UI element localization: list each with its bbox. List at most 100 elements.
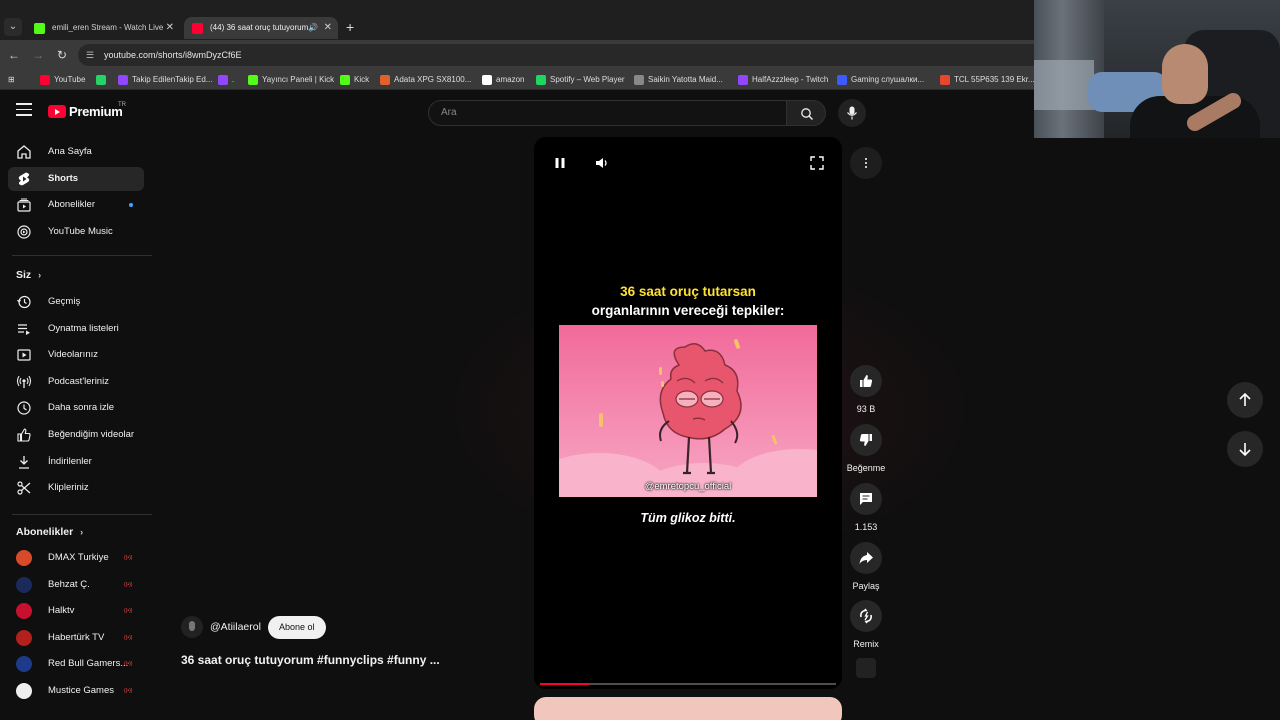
live-indicator-icon: ((•)): [124, 634, 133, 641]
apps-icon[interactable]: ⊞: [8, 73, 15, 87]
sidebar-item-label: Beğendiğim videolar: [48, 429, 135, 440]
sidebar-section-subscriptions[interactable]: Abonelikler ›: [16, 526, 83, 538]
search-input[interactable]: Ara: [428, 100, 788, 126]
fullscreen-icon[interactable]: [809, 155, 825, 171]
sidebar-item-label: Shorts: [48, 172, 79, 184]
bookmark-item[interactable]: Takip EdilenTakip Ed...: [118, 73, 213, 87]
previous-short-button[interactable]: [1227, 382, 1263, 418]
remix-button[interactable]: Remix: [846, 600, 886, 649]
back-button[interactable]: ←: [6, 47, 22, 63]
dislike-button[interactable]: Beğenme: [846, 424, 886, 473]
channel-avatar: [16, 603, 32, 620]
short-title[interactable]: 36 saat oruç tutuyorum #funnyclips #funn…: [181, 653, 440, 667]
sidebar-item[interactable]: Daha sonra izle: [8, 396, 144, 420]
close-tab-icon[interactable]: ✕: [166, 17, 174, 39]
shorts-player[interactable]: 36 saat oruç tutarsan organlarının verec…: [534, 137, 842, 689]
sidebar-item[interactable]: Beğendiğim videolar: [8, 423, 144, 447]
channel-avatar: [16, 576, 32, 593]
search-button[interactable]: [786, 100, 826, 126]
subscription-channel[interactable]: DMAX Turkiye ((•)): [8, 546, 144, 570]
sidebar-section-you[interactable]: Siz ›: [16, 269, 41, 281]
share-button[interactable]: Paylaş: [846, 542, 886, 591]
bookmark-item[interactable]: HalfAzzzleep - Twitch: [738, 73, 828, 87]
forward-button[interactable]: →: [30, 47, 46, 63]
channel-avatar: [16, 683, 32, 699]
shorts-icon: [18, 172, 30, 185]
bookmark-label: .: [232, 75, 235, 84]
sidebar-item[interactable]: YouTube Music: [8, 220, 144, 244]
subscription-channel[interactable]: Mustice Games ((•)): [8, 679, 144, 703]
sidebar-item[interactable]: Geçmiş: [8, 290, 144, 314]
audio-playing-icon[interactable]: 🔊: [308, 17, 318, 39]
channel-handle[interactable]: @Atiilaerol: [210, 616, 261, 638]
sidebar-item-label: Ana Sayfa: [48, 146, 92, 157]
address-bar[interactable]: ☰ youtube.com/shorts/i8wmDyzCf6E: [78, 44, 1078, 66]
subscription-channel[interactable]: Red Bull Gamers... ((•)): [8, 652, 144, 676]
tab-search-dropdown[interactable]: ⌄: [4, 18, 22, 36]
section-title: Abonelikler: [16, 526, 74, 538]
sidebar-item[interactable]: Videolarınız: [8, 343, 144, 367]
site-info-icon[interactable]: ☰: [86, 49, 98, 61]
subscription-channel[interactable]: Habertürk TV ((•)): [8, 626, 144, 650]
bookmark-label: Gaming слушалки...: [851, 75, 925, 84]
bookmark-item[interactable]: Gaming слушалки...: [837, 73, 924, 87]
bookmark-item[interactable]: Yayıncı Paneli | Kick: [248, 73, 334, 87]
sidebar-divider: [12, 255, 152, 256]
podcast-icon: [16, 375, 32, 388]
search-icon: [801, 108, 813, 120]
pause-icon[interactable]: [552, 155, 568, 171]
sidebar-item[interactable]: Shorts: [8, 166, 144, 191]
next-short-preview[interactable]: [534, 697, 842, 720]
youtube-premium-logo[interactable]: Premium: [69, 104, 123, 119]
bookmark-item[interactable]: Kick: [340, 73, 369, 87]
bookmark-item[interactable]: .: [218, 73, 234, 87]
sidebar-item[interactable]: Oynatma listeleri: [8, 317, 144, 341]
share-label: Paylaş: [852, 581, 880, 591]
sidebar-item[interactable]: Ana Sayfa: [8, 140, 144, 164]
sidebar-divider: [12, 514, 152, 515]
sidebar-item-label: Abonelikler: [48, 199, 95, 211]
sidebar-item[interactable]: Klipleriniz: [8, 476, 144, 500]
new-tab-button[interactable]: +: [346, 18, 354, 36]
bookmark-favicon-icon: [40, 75, 50, 85]
subscribe-button[interactable]: Abone ol: [268, 616, 326, 639]
bookmark-item[interactable]: TCL 55P635 139 Ekr...: [940, 73, 1035, 87]
sidebar-item[interactable]: İndirilenler: [8, 450, 144, 474]
sidebar-item[interactable]: Abonelikler: [8, 193, 144, 217]
voice-search-button[interactable]: [838, 99, 866, 127]
bookmark-label: Spotify – Web Player: [550, 75, 625, 84]
bookmark-item[interactable]: Spotify – Web Player: [536, 73, 625, 87]
video-progress-bar[interactable]: [540, 683, 836, 685]
browser-tab-youtube-active[interactable]: (44) 36 saat oruç tutuyorum 🔊 ✕: [184, 17, 338, 39]
volume-icon[interactable]: [594, 155, 610, 171]
like-button[interactable]: 93 B: [846, 365, 886, 414]
sound-source-avatar[interactable]: [856, 658, 876, 678]
hamburger-menu-icon[interactable]: [16, 103, 32, 119]
reload-button[interactable]: ↻: [54, 47, 70, 63]
subscription-channel[interactable]: Behzat Ç. ((•)): [8, 573, 144, 597]
browser-tab-kick[interactable]: emili_eren Stream - Watch Live ✕: [26, 17, 180, 39]
next-short-button[interactable]: [1227, 431, 1263, 467]
channel-name: Mustice Games: [48, 685, 114, 696]
bookmark-item[interactable]: Adata XPG SX8100...: [380, 73, 471, 87]
microphone-icon: [847, 106, 857, 120]
channel-avatar[interactable]: [181, 616, 203, 638]
bookmark-item[interactable]: Saikin Yatotta Maid...: [634, 73, 723, 87]
youtube-logo-icon[interactable]: [48, 105, 66, 118]
bookmark-item[interactable]: amazon: [482, 73, 524, 87]
channel-name: Behzat Ç.: [48, 578, 90, 590]
close-tab-icon[interactable]: ✕: [324, 17, 332, 39]
share-icon: [859, 552, 873, 564]
youtube-music-icon: [17, 225, 31, 239]
sidebar-item-label: YouTube Music: [48, 225, 113, 237]
more-options-button[interactable]: [850, 147, 882, 179]
bookmark-item[interactable]: YouTube: [40, 73, 85, 87]
sidebar-item[interactable]: Podcast'leriniz: [8, 370, 144, 394]
comments-button[interactable]: 1.153: [846, 483, 886, 532]
caption-line-1: 36 saat oruç tutarsan: [620, 284, 756, 299]
remix-icon: [860, 608, 872, 624]
subscription-channel[interactable]: Halktv ((•)): [8, 599, 144, 623]
live-indicator-icon: ((•)): [124, 555, 133, 561]
bookmark-favicon-icon: [482, 75, 492, 85]
bookmark-label: Saikin Yatotta Maid...: [648, 75, 723, 84]
